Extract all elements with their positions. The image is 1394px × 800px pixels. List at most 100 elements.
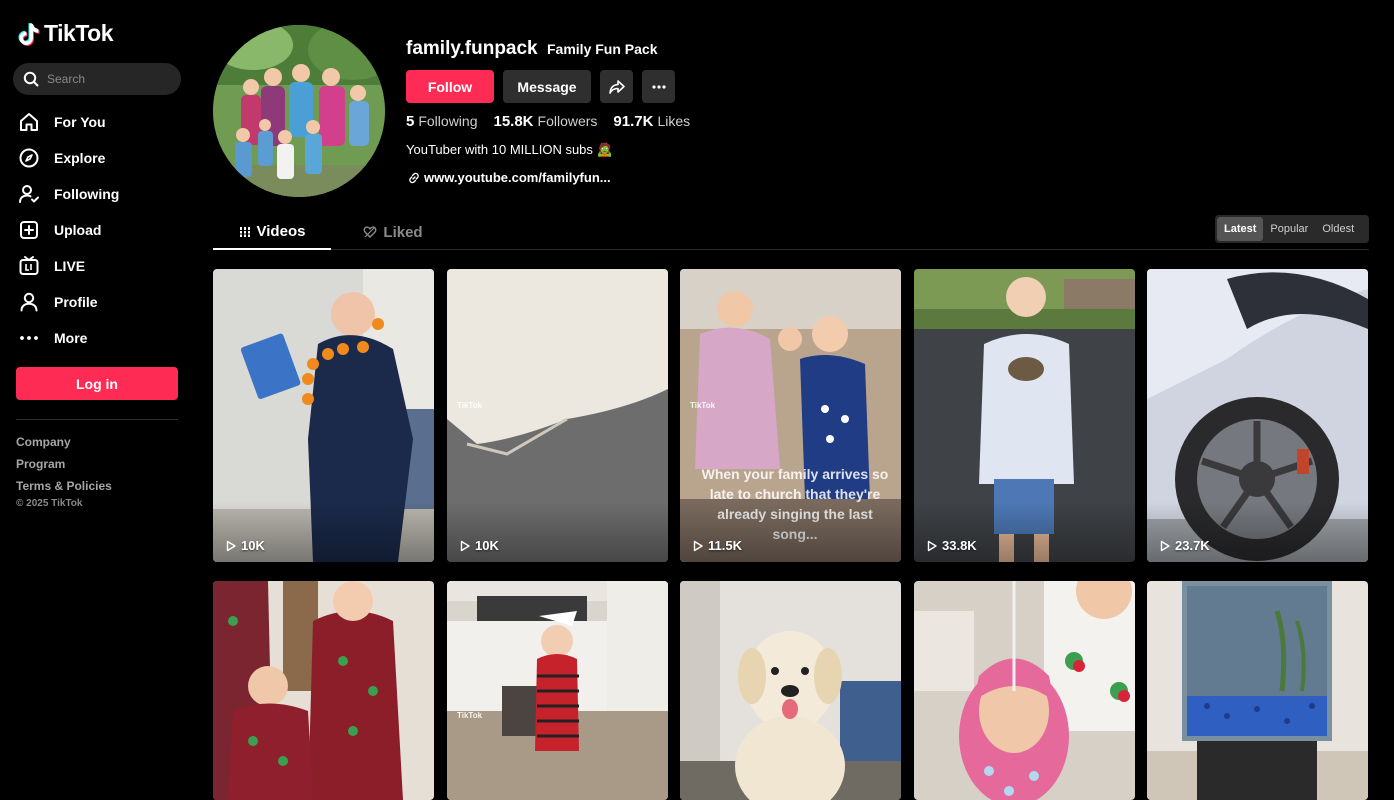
sidebar-item-label: LIVE bbox=[54, 258, 86, 274]
profile-more-button[interactable] bbox=[642, 70, 675, 103]
login-button[interactable]: Log in bbox=[16, 367, 178, 400]
sidebar-item-label: Profile bbox=[54, 294, 98, 310]
footer-link-program[interactable]: Program bbox=[16, 456, 112, 478]
video-card[interactable]: TikTok 10K bbox=[447, 269, 668, 562]
card-shade bbox=[680, 502, 901, 562]
sidebar-item-more[interactable]: More bbox=[18, 320, 119, 356]
tiktok-watermark: TikTok bbox=[457, 711, 483, 720]
follow-button[interactable]: Follow bbox=[406, 70, 494, 103]
sidebar-item-label: Upload bbox=[54, 222, 102, 238]
tab-videos[interactable]: Videos bbox=[213, 215, 331, 250]
sort-toggle: Latest Popular Oldest bbox=[1215, 215, 1369, 243]
stat-value: 15.8K bbox=[493, 113, 534, 130]
sort-latest[interactable]: Latest bbox=[1217, 217, 1264, 241]
profile-tabs: Videos Liked bbox=[213, 215, 1369, 250]
search-bar[interactable] bbox=[13, 63, 181, 95]
play-icon bbox=[927, 540, 937, 551]
avatar-photo bbox=[213, 25, 385, 197]
stat-following[interactable]: 5 Following bbox=[406, 113, 477, 131]
footer-link-company[interactable]: Company bbox=[16, 434, 112, 456]
sidebar-item-label: For You bbox=[54, 114, 106, 130]
video-thumbnail bbox=[914, 581, 1135, 800]
search-icon bbox=[23, 71, 39, 87]
sort-popular[interactable]: Popular bbox=[1263, 217, 1315, 241]
stat-label: Likes bbox=[657, 113, 691, 129]
sidebar-item-following[interactable]: Following bbox=[18, 176, 119, 212]
live-icon bbox=[18, 255, 40, 277]
stat-value: 5 bbox=[406, 113, 415, 130]
tab-liked[interactable]: Liked bbox=[343, 215, 443, 249]
view-count-value: 10K bbox=[475, 538, 499, 553]
video-thumbnail bbox=[680, 581, 901, 800]
play-icon bbox=[1160, 540, 1170, 551]
video-thumbnail bbox=[213, 581, 434, 800]
tab-label: Videos bbox=[256, 223, 306, 240]
video-card[interactable]: TikTok When your family arrives so late … bbox=[680, 269, 901, 562]
sidebar-item-explore[interactable]: Explore bbox=[18, 140, 119, 176]
video-card[interactable] bbox=[914, 581, 1135, 800]
sidebar-item-live[interactable]: LIVE bbox=[18, 248, 119, 284]
video-card[interactable]: 23.7K bbox=[1147, 269, 1368, 562]
share-button[interactable] bbox=[600, 70, 633, 103]
sidebar-item-profile[interactable]: Profile bbox=[18, 284, 119, 320]
home-icon bbox=[18, 111, 40, 133]
liked-heart-icon bbox=[363, 226, 377, 238]
sidebar-nav: For You Explore Following Upload LIVE Pr… bbox=[18, 104, 119, 356]
logo-text: TikTok bbox=[44, 20, 114, 46]
video-thumbnail bbox=[447, 581, 668, 800]
sidebar-item-label: More bbox=[54, 330, 88, 346]
card-shade bbox=[447, 502, 668, 562]
profile-avatar bbox=[213, 25, 385, 197]
profile-link[interactable]: www.youtube.com/familyfun... bbox=[408, 170, 611, 185]
sidebar-item-upload[interactable]: Upload bbox=[18, 212, 119, 248]
compass-icon bbox=[18, 147, 40, 169]
more-icon bbox=[18, 327, 40, 349]
view-count-value: 11.5K bbox=[708, 538, 742, 553]
profile-bio: YouTuber with 10 MILLION subs 🧟 bbox=[406, 142, 613, 157]
ellipsis-icon bbox=[651, 84, 666, 89]
play-icon bbox=[226, 540, 236, 551]
sort-oldest[interactable]: Oldest bbox=[1315, 217, 1361, 241]
sidebar-item-label: Following bbox=[54, 186, 120, 202]
sidebar-divider bbox=[16, 419, 178, 420]
play-icon bbox=[460, 540, 470, 551]
video-card[interactable]: 10K bbox=[213, 269, 434, 562]
video-card[interactable] bbox=[213, 581, 434, 800]
view-count: 10K bbox=[459, 538, 499, 553]
sidebar: TikTok For You Explore Following bbox=[0, 0, 194, 800]
view-count: 33.8K bbox=[926, 538, 977, 553]
stat-label: Following bbox=[418, 113, 478, 129]
view-count: 11.5K bbox=[692, 538, 742, 553]
sidebar-item-for-you[interactable]: For You bbox=[18, 104, 119, 140]
stat-label: Followers bbox=[537, 113, 598, 129]
copyright: © 2025 TikTok bbox=[16, 498, 83, 509]
following-icon bbox=[18, 183, 40, 205]
message-button[interactable]: Message bbox=[503, 70, 591, 103]
video-card[interactable] bbox=[680, 581, 901, 800]
card-shade bbox=[1147, 502, 1368, 562]
video-thumbnail bbox=[1147, 581, 1368, 800]
view-count-value: 23.7K bbox=[1175, 538, 1210, 553]
stat-likes: 91.7K Likes bbox=[613, 113, 690, 131]
profile-nickname: Family Fun Pack bbox=[547, 41, 658, 57]
video-card[interactable] bbox=[1147, 581, 1368, 800]
view-count: 23.7K bbox=[1159, 538, 1210, 553]
profile-icon bbox=[18, 291, 40, 313]
tiktok-watermark: TikTok bbox=[690, 401, 716, 410]
tiktok-logo[interactable]: TikTok bbox=[18, 20, 114, 47]
stat-followers[interactable]: 15.8K Followers bbox=[493, 113, 597, 131]
search-input[interactable] bbox=[47, 72, 167, 86]
video-card[interactable]: TikTok bbox=[447, 581, 668, 800]
upload-icon bbox=[18, 219, 40, 241]
card-shade bbox=[914, 502, 1135, 562]
view-count-value: 10K bbox=[241, 538, 265, 553]
profile-username: family.funpack bbox=[406, 38, 538, 59]
play-icon bbox=[693, 540, 703, 551]
footer-link-terms[interactable]: Terms & Policies bbox=[16, 478, 112, 500]
sidebar-footer: Company Program Terms & Policies © 2025 … bbox=[16, 434, 112, 509]
profile-link-text: www.youtube.com/familyfun... bbox=[424, 170, 611, 185]
video-card[interactable]: 33.8K bbox=[914, 269, 1135, 562]
card-shade bbox=[213, 502, 434, 562]
sidebar-item-label: Explore bbox=[54, 150, 106, 166]
tiktok-watermark: TikTok bbox=[457, 401, 483, 410]
